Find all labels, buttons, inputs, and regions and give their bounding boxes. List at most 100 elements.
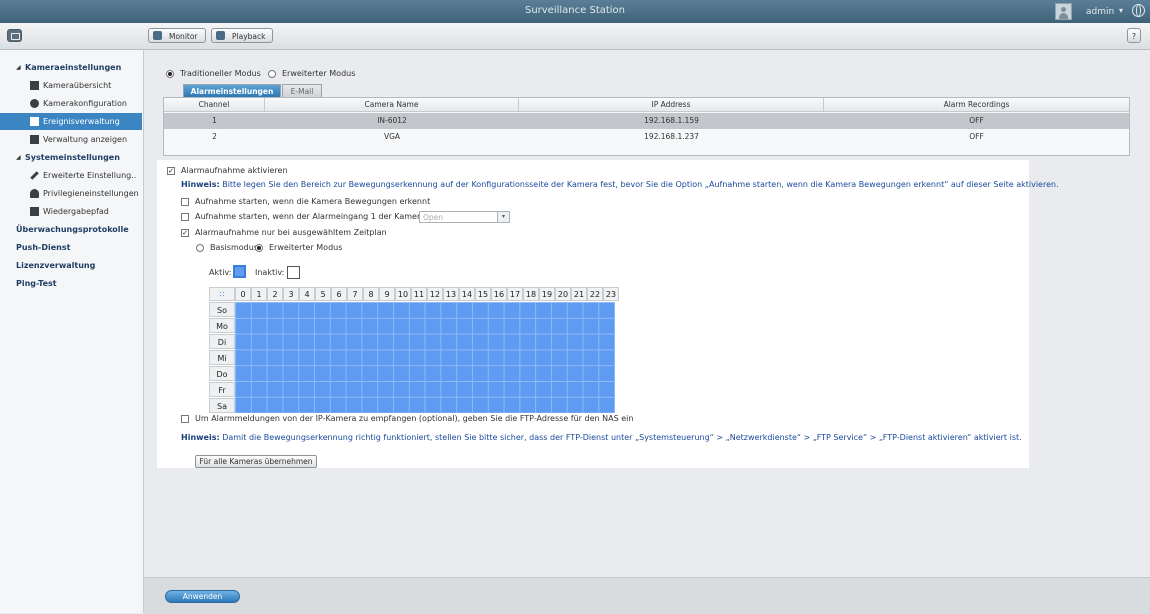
folder-icon — [30, 207, 39, 216]
ftp-label: Um Alarmmeldungen von der IP-Kamera zu e… — [195, 414, 634, 423]
alarm-input-select-value: Open — [423, 213, 444, 222]
hour-header[interactable]: 12 — [427, 287, 443, 301]
day-header[interactable]: So — [209, 302, 235, 317]
hour-header[interactable]: 19 — [539, 287, 555, 301]
column-header-ip-address[interactable]: IP Address — [519, 98, 824, 112]
hour-header[interactable]: 6 — [331, 287, 347, 301]
sidebar-item-wiedergabepfad[interactable]: Wiedergabepfad — [0, 203, 142, 220]
hour-header[interactable]: 3 — [283, 287, 299, 301]
language-globe-icon[interactable] — [1132, 4, 1145, 17]
cell-alarm-recordings: OFF — [969, 132, 984, 141]
day-header[interactable]: Mo — [209, 318, 235, 333]
sidebar-item-kameraubersicht[interactable]: Kameraübersicht — [0, 77, 142, 94]
hour-header[interactable]: 22 — [587, 287, 603, 301]
hour-header[interactable]: 17 — [507, 287, 523, 301]
sidebar-item-push-dienst[interactable]: Push-Dienst — [0, 239, 142, 256]
schedule-checkbox[interactable]: ✓ — [181, 229, 189, 237]
cell-alarm-recordings: OFF — [969, 116, 984, 125]
day-header[interactable]: Di — [209, 334, 235, 349]
event-icon — [30, 117, 39, 126]
sidebar-item-privilegieneinstellungen[interactable]: Privilegieneinstellungen — [0, 185, 142, 202]
hour-header[interactable]: 1 — [251, 287, 267, 301]
schedule-label: Alarmaufnahme nur bei ausgewähltem Zeitp… — [195, 228, 387, 237]
hint-motion-area: Hinweis: Bitte legen Sie den Bereich zur… — [181, 180, 1059, 189]
user-name[interactable]: admin — [1086, 7, 1114, 17]
sidebar-item-label: Systemeinstellungen — [25, 153, 120, 162]
sidebar-item-erweiterte-einstellung[interactable]: Erweiterte Einstellung.. — [0, 167, 142, 184]
sidebar-item-verwaltung-anzeigen[interactable]: Verwaltung anzeigen — [0, 131, 142, 148]
hour-header[interactable]: 15 — [475, 287, 491, 301]
extended-mode-radio[interactable] — [268, 70, 276, 78]
playback-button[interactable]: Playback — [211, 28, 273, 43]
inactive-label: Inaktiv: — [255, 268, 285, 277]
camera-table: Channel Camera Name IP Address Alarm Rec… — [163, 97, 1130, 156]
user-menu-caret-icon[interactable]: ▾ — [1119, 6, 1123, 15]
sidebar-item-ereignisverwaltung[interactable]: Ereignisverwaltung — [0, 113, 142, 130]
sidebar-item-kamerakonfiguration[interactable]: Kamerakonfiguration — [0, 95, 142, 112]
apply-all-cameras-button[interactable]: Für alle Kameras übernehmen — [195, 455, 317, 468]
hour-header[interactable]: 0 — [235, 287, 251, 301]
basic-mode-radio[interactable] — [196, 244, 204, 252]
column-header-alarm-recordings[interactable]: Alarm Recordings — [824, 98, 1129, 112]
hour-header[interactable]: 11 — [411, 287, 427, 301]
hour-header[interactable]: 8 — [363, 287, 379, 301]
sidebar-item-lizenzverwaltung[interactable]: Lizenzverwaltung — [0, 257, 142, 274]
motion-record-checkbox[interactable] — [181, 198, 189, 206]
sidebar-item-ping-test[interactable]: Ping-Test — [0, 275, 142, 292]
extended-mode-label: Erweiterter Modus — [282, 69, 356, 78]
active-color-swatch[interactable] — [233, 265, 246, 278]
help-button[interactable]: ? — [1127, 28, 1141, 43]
hint-text: Damit die Bewegungserkennung richtig fun… — [222, 433, 1022, 442]
alarm-input-select[interactable]: Open ▾ — [419, 211, 510, 223]
select-all-grid-icon[interactable]: ∷ — [209, 287, 235, 301]
day-header[interactable]: Sa — [209, 398, 235, 413]
sidebar-item-label: Wiedergabepfad — [43, 207, 109, 216]
hour-header[interactable]: 21 — [571, 287, 587, 301]
hour-header[interactable]: 7 — [347, 287, 363, 301]
enable-alarm-checkbox[interactable]: ✓ — [167, 167, 175, 175]
hour-header[interactable]: 9 — [379, 287, 395, 301]
tab-email[interactable]: E-Mail — [282, 84, 322, 97]
schedule-cells[interactable] — [235, 302, 615, 413]
hour-header[interactable]: 14 — [459, 287, 475, 301]
advanced-mode-radio[interactable] — [255, 244, 263, 252]
table-row[interactable]: 1 IN-6012 192.168.1.159 OFF — [164, 113, 1129, 129]
sidebar-item-label: Push-Dienst — [16, 243, 71, 252]
column-header-channel[interactable]: Channel — [164, 98, 265, 112]
inactive-color-swatch[interactable] — [287, 266, 300, 279]
traditional-mode-radio[interactable] — [166, 70, 174, 78]
monitor-icon — [153, 31, 162, 40]
day-header[interactable]: Do — [209, 366, 235, 381]
table-row[interactable]: 2 VGA 192.168.1.237 OFF — [164, 129, 1129, 145]
motion-record-label: Aufnahme starten, wenn die Kamera Bewegu… — [195, 197, 431, 206]
hour-header[interactable]: 16 — [491, 287, 507, 301]
hour-header[interactable]: 23 — [603, 287, 619, 301]
hour-header[interactable]: 13 — [443, 287, 459, 301]
cell-camera-name: IN-6012 — [377, 116, 407, 125]
hour-header[interactable]: 18 — [523, 287, 539, 301]
main-menu-button[interactable] — [7, 29, 22, 42]
monitor-button[interactable]: Monitor — [148, 28, 206, 43]
sidebar-item-label: Kameraeinstellungen — [25, 63, 122, 72]
sidebar-item-systemeinstellungen[interactable]: ◢ Systemeinstellungen — [0, 149, 142, 166]
playback-label: Playback — [232, 32, 266, 41]
ftp-checkbox[interactable] — [181, 415, 189, 423]
hour-header[interactable]: 2 — [267, 287, 283, 301]
tab-alarmeinstellungen[interactable]: Alarmeinstellungen — [183, 84, 281, 97]
apply-button[interactable]: Anwenden — [165, 590, 240, 603]
cell-channel: 2 — [212, 132, 217, 141]
day-header[interactable]: Fr — [209, 382, 235, 397]
user-avatar-icon[interactable] — [1055, 3, 1072, 20]
alarm-input-checkbox[interactable] — [181, 213, 189, 221]
hour-header[interactable]: 10 — [395, 287, 411, 301]
hour-header[interactable]: 20 — [555, 287, 571, 301]
day-header[interactable]: Mi — [209, 350, 235, 365]
sidebar-item-kameraeinstellungen[interactable]: ◢ Kameraeinstellungen — [0, 59, 142, 76]
hour-header[interactable]: 5 — [315, 287, 331, 301]
sidebar-item-label: Ping-Test — [16, 279, 57, 288]
column-header-camera-name[interactable]: Camera Name — [265, 98, 519, 112]
cell-ip-address: 192.168.1.159 — [644, 116, 699, 125]
sidebar-item-uberwachungsprotokolle[interactable]: Überwachungsprotokolle — [0, 221, 142, 238]
hour-header[interactable]: 4 — [299, 287, 315, 301]
app-title: Surveillance Station — [524, 5, 626, 16]
